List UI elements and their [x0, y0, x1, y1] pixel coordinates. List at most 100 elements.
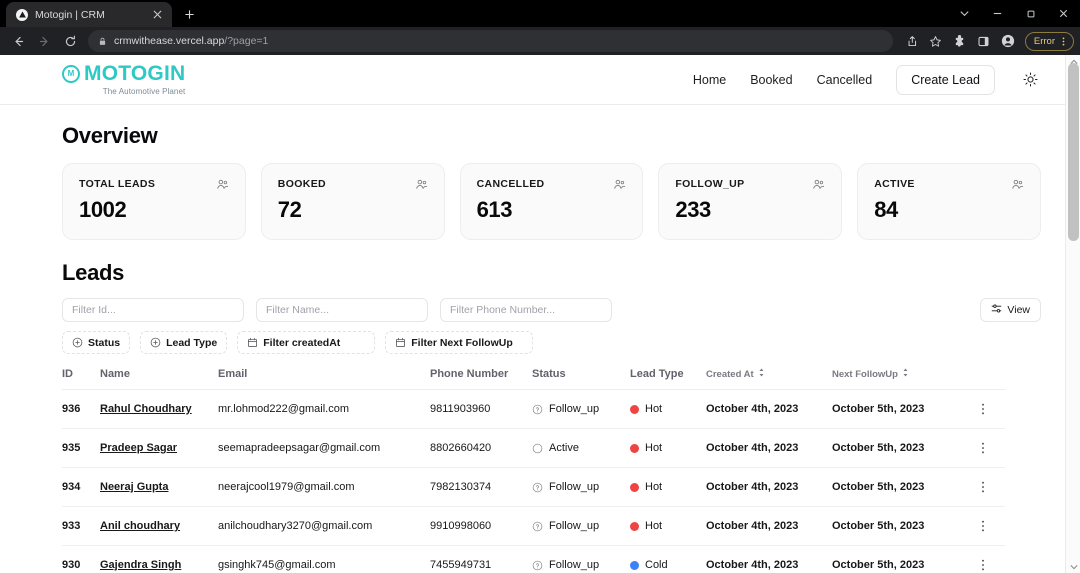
table-row[interactable]: 934 Neeraj Gupta neerajcool1979@gmail.co…: [62, 467, 1005, 507]
profile-avatar-icon[interactable]: [997, 30, 1019, 52]
status-label: Follow_up: [549, 403, 600, 415]
nav-link-cancelled[interactable]: Cancelled: [817, 73, 873, 87]
filter-status-label: Status: [88, 336, 121, 349]
lead-name-link[interactable]: Gajendra Singh: [100, 559, 181, 571]
nav-link-home[interactable]: Home: [693, 73, 726, 87]
stat-card-booked[interactable]: BOOKED 72: [260, 163, 445, 240]
lead-type-dot: [630, 560, 639, 570]
cell-name[interactable]: Anil choudhary: [100, 506, 218, 546]
cell-actions[interactable]: [960, 389, 1005, 429]
cell-name[interactable]: Gajendra Singh: [100, 545, 218, 573]
filter-name-input[interactable]: Filter Name...: [256, 298, 428, 322]
kebab-icon[interactable]: [960, 402, 1005, 416]
url-host: crmwithease.vercel.app: [114, 35, 225, 47]
kebab-icon[interactable]: [960, 480, 1005, 494]
table-row[interactable]: 933 Anil choudhary anilchoudhary3270@gma…: [62, 506, 1005, 546]
cell-email: anilchoudhary3270@gmail.com: [218, 506, 430, 546]
kebab-icon[interactable]: [960, 441, 1005, 455]
column-header-lead-type: Lead Type: [630, 368, 706, 390]
cell-phone: 9811903960: [430, 389, 532, 429]
site-logo[interactable]: M MOTOGIN The Automotive Planet: [62, 63, 185, 96]
create-lead-button[interactable]: Create Lead: [896, 64, 995, 95]
triangle-warning-icon: [16, 8, 28, 21]
cell-lead-type: Hot: [630, 428, 706, 468]
cell-next-followup: October 5th, 2023: [832, 428, 960, 468]
extensions-puzzle-icon[interactable]: [949, 30, 971, 52]
leads-table: ID Name Email Phone Number Status Lead T…: [62, 368, 1005, 573]
filter-lead-type-chip[interactable]: Lead Type: [140, 331, 228, 354]
stat-card-label: ACTIVE: [874, 178, 915, 190]
address-bar[interactable]: crmwithease.vercel.app/?page=1: [88, 30, 893, 52]
lead-name-link[interactable]: Anil choudhary: [100, 520, 180, 532]
kebab-icon[interactable]: [960, 558, 1005, 572]
cell-actions[interactable]: [960, 467, 1005, 507]
filter-phone-input[interactable]: Filter Phone Number...: [440, 298, 612, 322]
kebab-icon[interactable]: [960, 519, 1005, 533]
scrollbar-thumb[interactable]: [1068, 63, 1079, 241]
scroll-down-icon[interactable]: [1066, 560, 1080, 573]
cell-name[interactable]: Neeraj Gupta: [100, 467, 218, 507]
cell-name[interactable]: Pradeep Sagar: [100, 428, 218, 468]
stat-card-value: 233: [675, 197, 711, 222]
cell-lead-type: Hot: [630, 467, 706, 507]
plus-circle-icon: [72, 337, 83, 348]
filter-status-chip[interactable]: Status: [62, 331, 131, 354]
browser-tab[interactable]: Motogin | CRM: [6, 2, 172, 27]
page-title-overview: Overview: [62, 123, 158, 148]
cell-actions[interactable]: [960, 506, 1005, 546]
stat-card-active[interactable]: ACTIVE 84: [857, 163, 1041, 240]
nav-link-booked[interactable]: Booked: [750, 73, 792, 87]
cell-status: Follow_up: [532, 467, 630, 507]
forward-button[interactable]: [32, 29, 56, 53]
back-button[interactable]: [6, 29, 30, 53]
column-header-created-at[interactable]: Created At: [706, 368, 832, 390]
table-row[interactable]: 936 Rahul Choudhary mr.lohmod222@gmail.c…: [62, 389, 1005, 429]
filter-next-followup-chip[interactable]: Filter Next FollowUp: [385, 331, 534, 354]
status-label: Follow_up: [549, 559, 600, 571]
side-panel-icon[interactable]: [973, 30, 995, 52]
maximize-button[interactable]: [1014, 0, 1047, 27]
new-tab-button[interactable]: [178, 3, 200, 25]
logo-mark-icon: M: [62, 65, 80, 83]
close-window-button[interactable]: [1047, 0, 1080, 27]
users-icon: [1011, 178, 1024, 191]
error-badge[interactable]: Error: [1024, 31, 1074, 51]
toolbar-actions: Error: [901, 30, 1074, 52]
window-controls: [948, 0, 1080, 27]
lead-name-link[interactable]: Pradeep Sagar: [100, 442, 177, 454]
filter-created-at-chip[interactable]: Filter createdAt: [237, 331, 376, 354]
cell-actions[interactable]: [960, 545, 1005, 573]
close-icon[interactable]: [150, 8, 164, 22]
share-icon[interactable]: [901, 30, 923, 52]
stat-card-total-leads[interactable]: TOTAL LEADS 1002: [62, 163, 246, 240]
cell-email: neerajcool1979@gmail.com: [218, 467, 430, 507]
status-label: Follow_up: [549, 520, 600, 532]
filter-id-input[interactable]: Filter Id...: [62, 298, 244, 322]
status-label: Active: [549, 442, 579, 454]
page-viewport: M MOTOGIN The Automotive Planet Home Boo…: [0, 55, 1080, 573]
page-title-leads: Leads: [62, 260, 125, 285]
stat-card-follow-up[interactable]: FOLLOW_UP 233: [658, 163, 843, 240]
stat-card-cancelled[interactable]: CANCELLED 613: [459, 163, 644, 240]
column-header-next-followup[interactable]: Next FollowUp: [832, 368, 960, 390]
minimize-button[interactable]: [981, 0, 1014, 27]
lead-type-label: Hot: [645, 403, 663, 415]
reload-button[interactable]: [58, 29, 82, 53]
stat-card-value: 613: [476, 197, 513, 222]
stat-card-value: 84: [874, 197, 898, 222]
view-button[interactable]: View: [980, 298, 1041, 322]
page-scrollbar[interactable]: [1065, 55, 1080, 573]
sun-icon[interactable]: [1019, 69, 1041, 91]
lead-name-link[interactable]: Rahul Choudhary: [100, 403, 192, 415]
lead-name-link[interactable]: Neeraj Gupta: [100, 481, 168, 493]
cell-email: seemapradeepsagar@gmail.com: [218, 428, 430, 468]
stat-card-label: CANCELLED: [476, 178, 545, 190]
table-row[interactable]: 935 Pradeep Sagar seemapradeepsagar@gmai…: [62, 428, 1005, 468]
bookmark-star-icon[interactable]: [925, 30, 947, 52]
kebab-icon[interactable]: [1059, 36, 1068, 47]
table-row[interactable]: 930 Gajendra Singh gsinghk745@gmail.com …: [62, 545, 1005, 573]
cell-name[interactable]: Rahul Choudhary: [100, 389, 218, 429]
cell-lead-type: Hot: [630, 389, 706, 429]
tab-search-button[interactable]: [948, 0, 981, 27]
cell-actions[interactable]: [960, 428, 1005, 468]
